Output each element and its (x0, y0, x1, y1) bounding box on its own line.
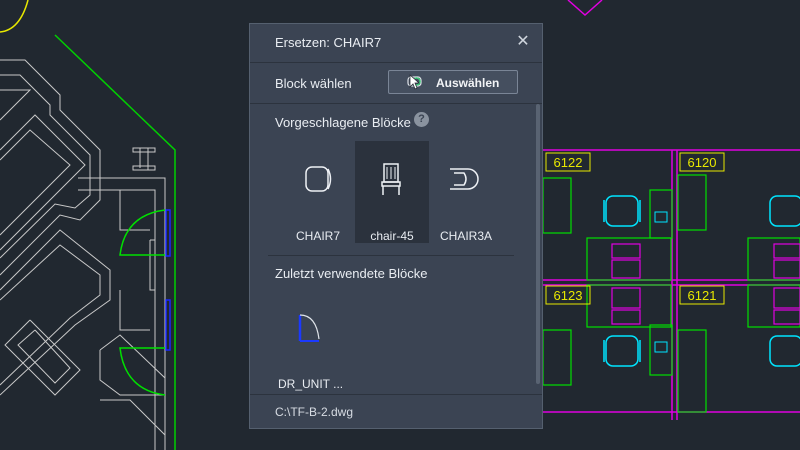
select-block-button[interactable]: Auswählen (388, 70, 518, 94)
block-tile-chair3a[interactable]: CHAIR3A (429, 141, 503, 243)
door-swing-green-1 (119, 209, 166, 256)
block-select-row: Block wählen Auswählen (250, 63, 542, 104)
dialog-header: Ersetzen: CHAIR7 ✕ (250, 24, 542, 63)
chairs-cyan (603, 195, 800, 367)
section-divider (268, 255, 514, 256)
pick-cursor-icon (407, 74, 422, 90)
boundary-green (54, 34, 176, 450)
room-label-6121: 6121 (688, 288, 717, 303)
equipment-magenta (611, 243, 800, 325)
recent-blocks-title: Zuletzt verwendete Blöcke (275, 266, 428, 281)
file-path: C:\TF-B-2.dwg (275, 405, 354, 419)
close-icon[interactable]: ✕ (514, 33, 532, 51)
block-tile-label: chair-45 (370, 229, 414, 243)
block-tile-label: CHAIR7 (295, 229, 340, 243)
chair-45-icon (381, 163, 401, 195)
block-tile-label: DR_UNIT ... (278, 377, 344, 391)
block-tile-chair7[interactable]: CHAIR7 (281, 141, 355, 243)
select-block-button-label: Auswählen (436, 76, 500, 90)
door-arc-yellow (0, 0, 29, 33)
chair3a-icon (450, 168, 479, 190)
block-select-label: Block wählen (275, 76, 352, 91)
help-icon[interactable]: ? (414, 112, 429, 127)
room-label-6122: 6122 (554, 155, 583, 170)
block-tile-label: CHAIR3A (439, 229, 492, 243)
phones-cyan (654, 211, 668, 353)
door-leaf-blue-2 (165, 299, 171, 351)
door-unit-icon (298, 314, 320, 342)
block-tile-chair-45[interactable]: chair-45 (355, 141, 429, 243)
replace-block-dialog: Ersetzen: CHAIR7 ✕ Block wählen Auswähle… (249, 23, 543, 429)
block-tile-dr-unit[interactable]: DR_UNIT ... (268, 291, 343, 391)
dialog-scrollbar[interactable] (536, 104, 540, 384)
suggested-blocks-title: Vorgeschlagene Blöcke (275, 115, 411, 130)
room-labels: 6122 6120 6123 6121 (545, 152, 725, 305)
room-label-6123: 6123 (554, 288, 583, 303)
room-label-6120: 6120 (688, 155, 717, 170)
chair7-icon (305, 166, 332, 192)
door-leaf-blue-1 (165, 209, 171, 257)
dialog-footer: C:\TF-B-2.dwg (250, 394, 542, 429)
dialog-title: Ersetzen: CHAIR7 (275, 35, 382, 50)
